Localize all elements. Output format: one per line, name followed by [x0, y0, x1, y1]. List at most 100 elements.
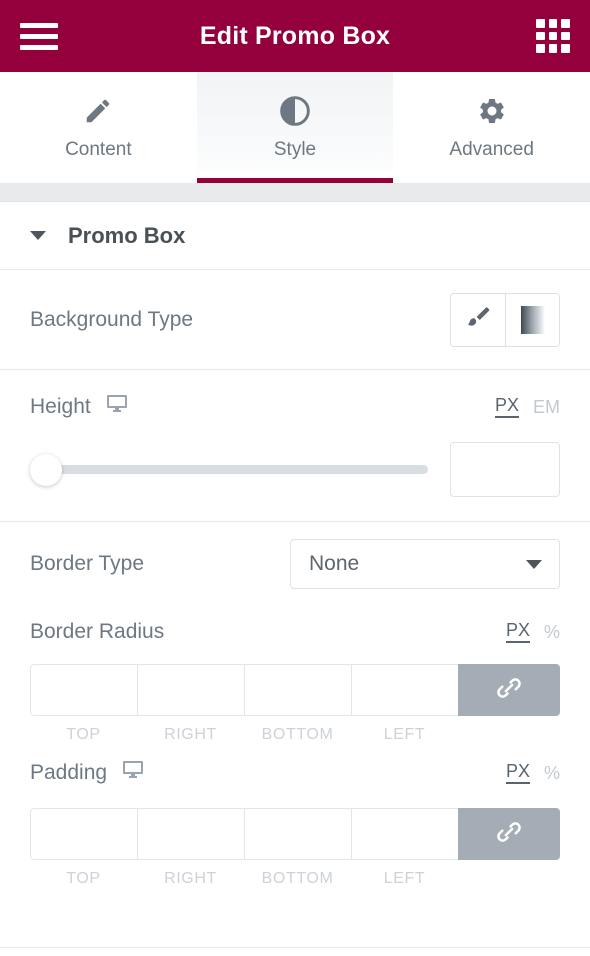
row-background-type: Background Type [0, 270, 590, 370]
border-radius-inputs: TOP RIGHT BOTTOM LEFT [30, 664, 560, 744]
panel-divider-strip [0, 184, 590, 202]
hamburger-bar [20, 22, 58, 28]
link-chain-icon [494, 817, 524, 852]
padding-top-input[interactable] [30, 808, 137, 860]
border-radius-bottom-input[interactable] [244, 664, 351, 716]
grid-cell [548, 44, 558, 53]
border-radius-left-field: LEFT [351, 664, 458, 744]
padding-bottom-input[interactable] [244, 808, 351, 860]
row-border-radius: Border Radius PX % TOP RIGHT BOTTOM LEFT [0, 606, 590, 744]
border-radius-unit-px[interactable]: PX [505, 620, 530, 643]
height-label: Height [30, 395, 91, 418]
border-radius-unit-percent[interactable]: % [544, 622, 560, 643]
grid-cell [536, 31, 545, 41]
height-slider[interactable] [30, 453, 428, 487]
padding-label-line: Padding PX % [30, 758, 560, 788]
grid-cell [561, 44, 570, 53]
background-gradient-button[interactable] [505, 293, 559, 346]
section-header-promo-box[interactable]: Promo Box [0, 202, 590, 270]
border-radius-top-input[interactable] [30, 664, 137, 716]
padding-bottom-caption: BOTTOM [261, 870, 334, 887]
padding-bottom-field: BOTTOM [244, 808, 351, 888]
slider-track [46, 465, 428, 474]
tab-style[interactable]: Style [196, 72, 394, 183]
grid-cell [548, 19, 558, 28]
border-type-select-wrap: None [290, 539, 560, 589]
slider-handle[interactable] [30, 453, 62, 486]
hamburger-bar [20, 33, 58, 39]
border-radius-units: PX % [505, 620, 560, 643]
edit-promo-box-panel: Edit Promo Box Content Style Advanced Pr… [0, 0, 590, 956]
section-title: Promo Box [68, 222, 186, 248]
bottom-divider [0, 947, 590, 948]
tab-content[interactable]: Content [0, 72, 197, 183]
grid-cell [548, 31, 558, 41]
tab-label: Content [65, 138, 132, 160]
padding-label-wrap: Padding [30, 758, 145, 788]
padding-unit-px[interactable]: PX [505, 761, 530, 784]
tab-label: Advanced [449, 138, 534, 160]
row-padding: Padding PX % TOP RIGHT BOTTOM LEFT [0, 744, 590, 888]
background-type-toggle-group [450, 292, 560, 347]
background-type-label: Background Type [30, 307, 194, 331]
padding-top-caption: TOP [66, 870, 101, 887]
padding-unit-percent[interactable]: % [544, 763, 560, 784]
pencil-icon [83, 95, 113, 127]
hamburger-bar [20, 44, 58, 50]
caret-down-icon [30, 231, 46, 240]
padding-top-field: TOP [30, 808, 137, 888]
gear-icon [477, 95, 507, 127]
padding-units: PX % [505, 761, 560, 784]
border-type-label: Border Type [30, 552, 145, 575]
height-units: PX EM [494, 395, 560, 418]
border-radius-top-caption: TOP [66, 726, 101, 743]
border-radius-label-line: Border Radius PX % [30, 620, 560, 644]
padding-right-input[interactable] [137, 808, 244, 860]
border-radius-right-field: RIGHT [137, 664, 244, 744]
tab-bar: Content Style Advanced [0, 72, 590, 184]
padding-link-button[interactable] [458, 808, 560, 860]
border-radius-right-input[interactable] [137, 664, 244, 716]
grid-apps-icon[interactable] [536, 19, 570, 53]
border-radius-top-field: TOP [30, 664, 137, 744]
height-label-line: Height PX EM [30, 392, 560, 422]
tab-advanced[interactable]: Advanced [393, 72, 590, 183]
padding-left-input[interactable] [351, 808, 458, 860]
border-type-select[interactable]: None [290, 539, 560, 589]
contrast-icon [279, 95, 311, 127]
padding-label: Padding [30, 761, 108, 784]
page-title: Edit Promo Box [199, 21, 391, 50]
border-radius-bottom-caption: BOTTOM [261, 726, 334, 743]
border-radius-label: Border Radius [30, 620, 165, 643]
grid-cell [536, 19, 545, 28]
tab-label: Style [273, 138, 317, 160]
height-unit-em[interactable]: EM [533, 397, 560, 418]
border-radius-link-button[interactable] [458, 664, 560, 716]
height-input[interactable] [450, 442, 560, 497]
link-chain-icon [494, 673, 524, 708]
padding-inputs: TOP RIGHT BOTTOM LEFT [30, 808, 560, 888]
padding-left-field: LEFT [351, 808, 458, 888]
height-slider-line [30, 442, 560, 497]
padding-left-caption: LEFT [383, 870, 426, 887]
grid-cell [561, 31, 570, 41]
padding-right-caption: RIGHT [164, 870, 217, 887]
height-unit-px[interactable]: PX [494, 395, 519, 418]
desktop-monitor-icon[interactable] [121, 758, 145, 788]
background-classic-button[interactable] [451, 293, 505, 346]
border-radius-left-caption: LEFT [383, 726, 426, 743]
grid-cell [561, 19, 570, 28]
border-radius-right-caption: RIGHT [164, 726, 217, 743]
desktop-monitor-icon[interactable] [105, 392, 129, 422]
paint-brush-icon [465, 304, 491, 335]
row-border-type: Border Type None [0, 522, 590, 606]
border-radius-bottom-field: BOTTOM [244, 664, 351, 744]
panel-header: Edit Promo Box [0, 0, 590, 72]
border-radius-left-input[interactable] [351, 664, 458, 716]
row-height: Height PX EM [0, 370, 590, 522]
padding-right-field: RIGHT [137, 808, 244, 888]
gradient-swatch-icon [520, 305, 545, 334]
grid-cell [536, 44, 545, 53]
hamburger-menu-icon[interactable] [20, 21, 58, 51]
height-label-wrap: Height [30, 392, 129, 422]
